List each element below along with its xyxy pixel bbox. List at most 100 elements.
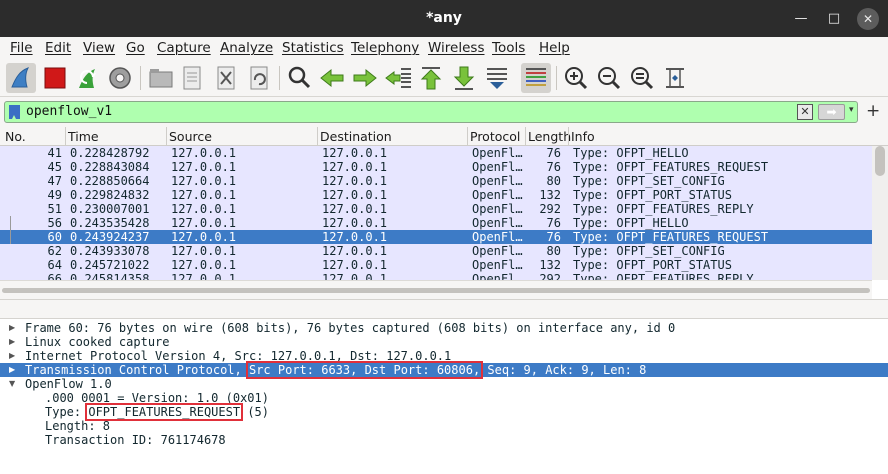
cell-destination: 127.0.0.1 xyxy=(322,258,388,272)
detail-tcp[interactable]: ▶ Transmission Control Protocol, Src Por… xyxy=(0,361,888,379)
detail-type[interactable]: Type: OFPT_FEATURES_REQUEST (5) xyxy=(0,403,888,421)
column-info[interactable]: Info xyxy=(571,129,595,144)
save-file-icon[interactable] xyxy=(177,63,207,93)
packet-row[interactable]: 45 0.228843084 127.0.0.1 127.0.0.1 OpenFl… 76… xyxy=(0,160,872,174)
minimize-icon[interactable]: — xyxy=(791,9,811,29)
close-file-icon[interactable] xyxy=(211,63,241,93)
filter-value[interactable]: openflow_v1 xyxy=(26,104,112,119)
type-label: Type: xyxy=(45,405,82,419)
packet-list-vertical-scrollbar[interactable] xyxy=(872,146,888,280)
clear-filter-icon[interactable]: ✕ xyxy=(797,104,813,120)
menu-analyze[interactable]: Analyze xyxy=(220,40,273,56)
colorize-icon[interactable] xyxy=(521,63,551,93)
zoom-out-icon[interactable] xyxy=(594,63,624,93)
zoom-normal-icon[interactable] xyxy=(627,63,657,93)
stop-capture-icon[interactable] xyxy=(40,63,70,93)
cell-protocol: OpenFl… xyxy=(472,188,523,202)
cell-no: 49 xyxy=(47,188,62,202)
detail-length[interactable]: Length: 8 xyxy=(0,419,888,433)
cell-length: 80 xyxy=(546,174,561,188)
filter-bookmark-icon[interactable] xyxy=(9,105,20,119)
detail-openflow[interactable]: ▼ OpenFlow 1.0 xyxy=(0,377,888,391)
tcp-prefix: Transmission Control Protocol, xyxy=(25,363,242,377)
expand-arrow-icon[interactable]: ▶ xyxy=(9,349,15,363)
packet-row[interactable]: 41 0.228428792 127.0.0.1 127.0.0.1 OpenFl… 76… xyxy=(0,146,872,160)
zoom-in-icon[interactable] xyxy=(561,63,591,93)
packet-row[interactable]: 51 0.230007001 127.0.0.1 127.0.0.1 OpenFl… 29… xyxy=(0,202,872,216)
menu-help[interactable]: Help xyxy=(539,40,570,56)
cell-protocol: OpenFl… xyxy=(472,146,523,160)
reload-file-icon[interactable] xyxy=(244,63,274,93)
cell-info: Type: OFPT_FEATURES_REPLY xyxy=(573,202,754,216)
go-to-packet-icon[interactable] xyxy=(383,63,413,93)
detail-transaction-id[interactable]: Transaction ID: 761174678 xyxy=(0,433,888,447)
title-bar: *any — □ ✕ xyxy=(0,0,888,37)
window-title: *any xyxy=(426,10,462,26)
filter-history-dropdown-icon[interactable]: ▾ xyxy=(849,105,854,115)
find-packet-icon[interactable] xyxy=(284,63,314,93)
menu-telephony[interactable]: Telephony xyxy=(351,40,419,56)
menu-go[interactable]: Go xyxy=(126,40,145,56)
maximize-icon[interactable]: □ xyxy=(824,9,844,29)
column-source[interactable]: Source xyxy=(169,129,212,144)
cell-length: 76 xyxy=(546,230,561,244)
menu-file[interactable]: File xyxy=(10,40,33,56)
cell-no: 64 xyxy=(47,258,62,272)
shark-fin-start-icon[interactable] xyxy=(6,63,36,93)
go-forward-icon[interactable] xyxy=(350,63,380,93)
cell-length: 132 xyxy=(539,258,561,272)
cell-length: 76 xyxy=(546,146,561,160)
close-window-icon[interactable]: ✕ xyxy=(857,8,879,30)
detail-linux-cooked[interactable]: ▶ Linux cooked capture xyxy=(0,335,888,349)
menu-statistics[interactable]: Statistics xyxy=(282,40,344,56)
cell-source: 127.0.0.1 xyxy=(171,216,237,230)
cell-time: 0.228428792 xyxy=(70,146,150,160)
add-filter-button-icon[interactable]: + xyxy=(866,101,880,121)
go-first-icon[interactable] xyxy=(416,63,446,93)
menu-capture[interactable]: Capture xyxy=(157,40,211,56)
column-destination[interactable]: Destination xyxy=(320,129,392,144)
cell-length: 76 xyxy=(546,216,561,230)
pane-splitter[interactable] xyxy=(0,299,888,319)
packet-list-horizontal-scrollbar[interactable] xyxy=(0,280,872,299)
column-length[interactable]: Length xyxy=(528,129,571,144)
cell-destination: 127.0.0.1 xyxy=(322,174,388,188)
expand-arrow-icon[interactable]: ▶ xyxy=(9,321,15,335)
collapse-arrow-icon[interactable]: ▼ xyxy=(9,377,15,391)
open-file-icon[interactable] xyxy=(146,63,176,93)
packet-list-header: No. Time Source Destination Protocol Len… xyxy=(0,127,888,146)
display-filter-input[interactable]: openflow_v1 ✕ ➡ ▾ xyxy=(4,101,858,123)
go-last-icon[interactable] xyxy=(449,63,479,93)
menu-edit[interactable]: Edit xyxy=(45,40,71,56)
menu-view[interactable]: View xyxy=(83,40,115,56)
cell-destination: 127.0.0.1 xyxy=(322,244,388,258)
packet-row[interactable]: 49 0.229824832 127.0.0.1 127.0.0.1 OpenFl… 13… xyxy=(0,188,872,202)
capture-options-icon[interactable] xyxy=(105,63,135,93)
cell-info: Type: OFPT_SET_CONFIG xyxy=(573,174,725,188)
cell-destination: 127.0.0.1 xyxy=(322,160,388,174)
packet-details: ▶ Frame 60: 76 bytes on wire (608 bits),… xyxy=(0,319,888,474)
resize-columns-icon[interactable] xyxy=(660,63,690,93)
detail-frame[interactable]: ▶ Frame 60: 76 bytes on wire (608 bits),… xyxy=(0,321,888,335)
menu-wireless[interactable]: Wireless xyxy=(428,40,485,56)
cell-time: 0.229824832 xyxy=(70,188,150,202)
cell-time: 0.228843084 xyxy=(70,160,150,174)
menu-tools[interactable]: Tools xyxy=(492,40,525,56)
cell-time: 0.243535428 xyxy=(70,216,150,230)
packet-row[interactable]: 62 0.243933078 127.0.0.1 127.0.0.1 OpenFl… 80… xyxy=(0,244,872,258)
apply-filter-icon[interactable]: ➡ xyxy=(818,104,845,120)
column-protocol[interactable]: Protocol xyxy=(470,129,520,144)
column-time[interactable]: Time xyxy=(68,129,99,144)
packet-row[interactable]: 64 0.245721022 127.0.0.1 127.0.0.1 OpenFl… 13… xyxy=(0,258,872,272)
autoscroll-icon[interactable] xyxy=(482,63,512,93)
menu-bar: File Edit View Go Capture Analyze Statis… xyxy=(0,37,888,59)
restart-capture-icon[interactable] xyxy=(73,63,103,93)
packet-row[interactable]: 47 0.228850664 127.0.0.1 127.0.0.1 OpenFl… 80… xyxy=(0,174,872,188)
go-back-icon[interactable] xyxy=(317,63,347,93)
packet-row[interactable]: 56 0.243535428 127.0.0.1 127.0.0.1 OpenFl… 76… xyxy=(0,216,872,230)
column-no[interactable]: No. xyxy=(5,129,26,144)
packet-row[interactable]: 60 0.243924237 127.0.0.1 127.0.0.1 OpenFl… 76… xyxy=(0,230,872,244)
expand-arrow-icon[interactable]: ▶ xyxy=(9,335,15,349)
cell-source: 127.0.0.1 xyxy=(171,202,237,216)
expand-arrow-icon[interactable]: ▶ xyxy=(9,363,15,377)
